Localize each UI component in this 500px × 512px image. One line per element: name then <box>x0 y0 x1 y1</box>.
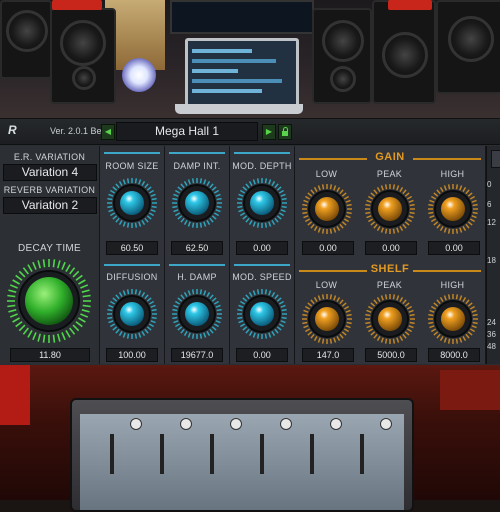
red-equipment-right <box>440 370 500 410</box>
laptop-base <box>175 104 303 114</box>
room-size-label: ROOM SIZE <box>105 161 159 171</box>
shelf-low-knob[interactable] <box>299 291 355 347</box>
shelf-high-value[interactable]: 8000.0 <box>428 348 480 362</box>
gain-header: GAIN <box>375 151 405 163</box>
mod-speed-label: MOD. SPEED <box>232 272 292 282</box>
mod-speed-knob[interactable] <box>234 286 290 342</box>
mod-depth-label: MOD. DEPTH <box>232 161 292 171</box>
meter-tick: 18 <box>487 256 496 265</box>
mod-depth-knob[interactable] <box>234 175 290 231</box>
gain-high-value[interactable]: 0.00 <box>428 241 480 255</box>
separator <box>169 264 225 266</box>
shelf-low-label: LOW <box>315 280 338 290</box>
shelf-header: SHELF <box>370 263 410 275</box>
separator <box>234 152 290 154</box>
shelf-peak-label: PEAK <box>376 280 403 290</box>
eq-panel: GAIN LOW PEAK HIGH 0.00 0.00 0.00 SHELF … <box>295 146 486 364</box>
meter-tick: 0 <box>487 180 492 189</box>
speaker-red-trim <box>52 0 102 10</box>
next-preset-button[interactable]: ▶ <box>262 124 276 140</box>
gain-high-knob[interactable] <box>425 181 481 237</box>
shelf-peak-value[interactable]: 5000.0 <box>365 348 417 362</box>
gain-low-value[interactable]: 0.00 <box>302 241 354 255</box>
column-room-size: ROOM SIZE 60.50 DIFFUSION 100.00 <box>100 146 165 364</box>
meter-tick: 12 <box>487 218 496 227</box>
meter-tick: 48 <box>487 342 496 351</box>
synth-case <box>70 398 414 512</box>
column-mod: MOD. DEPTH 0.00 MOD. SPEED 0.00 <box>230 146 295 364</box>
preset-name-display[interactable]: Mega Hall 1 <box>116 122 258 141</box>
column-damp: DAMP INT. 62.50 H. DAMP 19677.0 <box>165 146 230 364</box>
gain-separator-right <box>413 158 481 160</box>
shelf-separator-right <box>413 270 481 272</box>
er-variation-select[interactable]: Variation 4 <box>3 164 97 181</box>
gain-peak-value[interactable]: 0.00 <box>365 241 417 255</box>
shelf-high-knob[interactable] <box>425 291 481 347</box>
meter-tick: 36 <box>487 330 496 339</box>
meter-tick: 24 <box>487 318 496 327</box>
decay-time-value[interactable]: 11.80 <box>10 348 90 362</box>
monitor <box>170 0 314 34</box>
mod-speed-value[interactable]: 0.00 <box>236 348 288 362</box>
reverb-variation-label: REVERB VARIATION <box>3 185 96 195</box>
room-size-value[interactable]: 60.50 <box>106 241 158 255</box>
diffusion-value[interactable]: 100.00 <box>106 348 158 362</box>
meter-tick: 6 <box>487 200 492 209</box>
gain-low-label: LOW <box>315 169 338 179</box>
lamp <box>122 58 156 92</box>
h-damp-label: H. DAMP <box>177 272 217 282</box>
speaker-left-outer <box>0 0 52 79</box>
speaker-far-right <box>436 0 500 94</box>
lock-icon[interactable] <box>278 124 292 140</box>
brand-logo: R <box>8 123 17 137</box>
left-panel: E.R. VARIATION Variation 4 REVERB VARIAT… <box>0 146 100 364</box>
separator <box>234 264 290 266</box>
damp-int-label: DAMP INT. <box>173 161 221 171</box>
separator <box>104 152 160 154</box>
separator <box>104 264 160 266</box>
reverb-plugin-window: R Ver. 2.0.1 Beta ◀ Mega Hall 1 ▶ E.R. V… <box>0 118 500 368</box>
decay-time-knob[interactable] <box>4 256 94 346</box>
synth-panel <box>80 414 404 510</box>
shelf-high-label: HIGH <box>440 280 465 290</box>
gain-high-label: HIGH <box>440 169 465 179</box>
h-damp-value[interactable]: 19677.0 <box>171 348 223 362</box>
shelf-separator-left <box>299 270 367 272</box>
reverb-variation-select[interactable]: Variation 2 <box>3 197 97 214</box>
prev-preset-button[interactable]: ◀ <box>101 124 115 140</box>
laptop-screen <box>185 38 299 110</box>
er-variation-label: E.R. VARIATION <box>13 152 86 162</box>
output-meter: 0 6 12 18 24 36 48 <box>486 146 500 364</box>
decay-time-label: DECAY TIME <box>17 243 81 254</box>
gain-peak-knob[interactable] <box>362 181 418 237</box>
shelf-low-value[interactable]: 147.0 <box>302 348 354 362</box>
red-equipment-left <box>0 365 30 425</box>
diffusion-label: DIFFUSION <box>106 272 158 282</box>
damp-int-knob[interactable] <box>169 175 225 231</box>
speaker-red-trim-right <box>388 0 432 10</box>
diffusion-knob[interactable] <box>104 286 160 342</box>
gain-separator-left <box>299 158 367 160</box>
meter-toggle-button[interactable] <box>491 150 500 168</box>
mod-depth-value[interactable]: 0.00 <box>236 241 288 255</box>
shelf-peak-knob[interactable] <box>362 291 418 347</box>
separator <box>169 152 225 154</box>
speaker-left <box>50 8 116 104</box>
background-photo-top <box>0 0 500 118</box>
plugin-topbar: R Ver. 2.0.1 Beta ◀ Mega Hall 1 ▶ <box>0 119 500 145</box>
h-damp-knob[interactable] <box>169 286 225 342</box>
gain-low-knob[interactable] <box>299 181 355 237</box>
speaker-right <box>312 8 372 104</box>
damp-int-value[interactable]: 62.50 <box>171 241 223 255</box>
room-size-knob[interactable] <box>104 175 160 231</box>
speaker-right-outer <box>372 0 436 104</box>
gain-peak-label: PEAK <box>376 169 403 179</box>
